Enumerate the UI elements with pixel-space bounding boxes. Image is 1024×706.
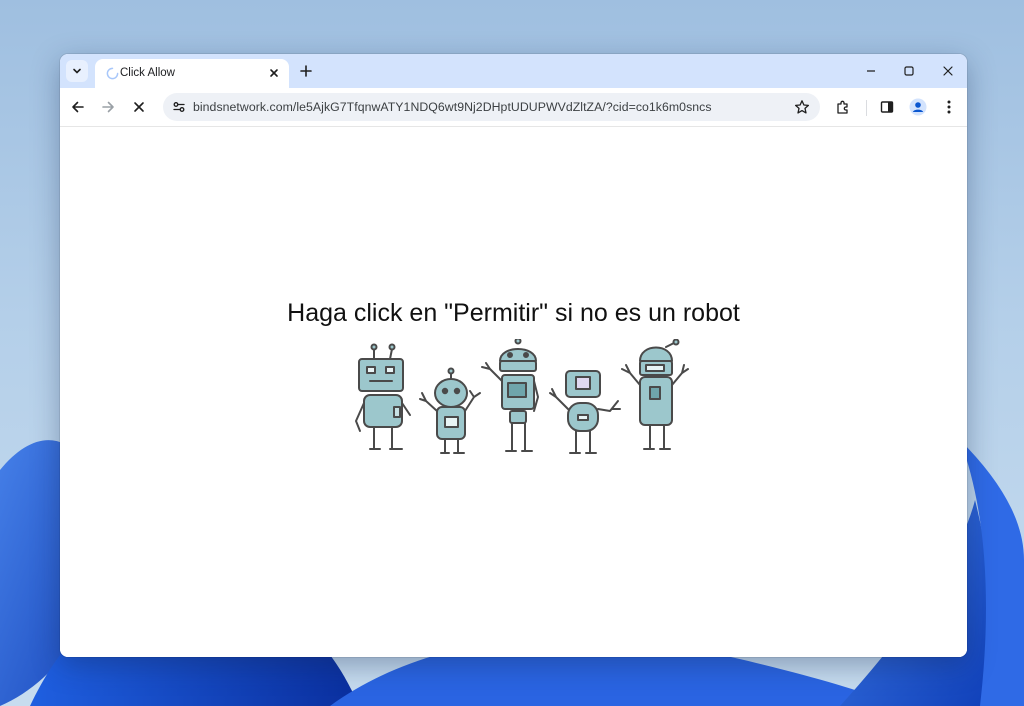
tab-close-button[interactable] (267, 66, 281, 80)
url-text[interactable]: bindsnetwork.com/le5AjkG7TfqnwATY1NDQ6wt… (193, 100, 712, 114)
menu-button[interactable] (936, 94, 962, 120)
star-icon (794, 100, 810, 114)
plus-icon (300, 65, 312, 77)
robot-1 (355, 343, 411, 450)
browser-toolbar: bindsnetwork.com/le5AjkG7TfqnwATY1NDQ6wt… (60, 88, 967, 127)
page-content: Haga click en "Permitir" si no es un rob… (60, 127, 967, 657)
robots-illustration (355, 339, 689, 454)
robot-2 (419, 367, 481, 454)
side-panel-button[interactable] (874, 94, 900, 120)
browser-window: Click Allow bindsnetwork.com/le5AjkG7Tfq… (60, 54, 967, 657)
browser-titlebar: Click Allow (60, 54, 967, 88)
new-tab-button[interactable] (296, 61, 316, 81)
forward-button[interactable] (95, 94, 121, 120)
minimize-button[interactable] (852, 58, 890, 84)
back-button[interactable] (65, 94, 91, 120)
page-headline: Haga click en "Permitir" si no es un rob… (287, 299, 740, 327)
extensions-button[interactable] (830, 94, 856, 120)
back-arrow-icon (72, 101, 84, 113)
close-icon (270, 69, 278, 77)
tab-active[interactable]: Click Allow (95, 59, 289, 88)
maximize-button[interactable] (890, 58, 928, 84)
profile-button[interactable] (905, 94, 931, 120)
profile-icon (909, 98, 927, 116)
kebab-menu-icon (947, 100, 951, 114)
tune-icon (173, 102, 185, 112)
stop-icon (134, 102, 144, 112)
robot-3 (481, 339, 539, 452)
address-bar[interactable]: bindsnetwork.com/le5AjkG7TfqnwATY1NDQ6wt… (163, 93, 820, 121)
close-icon (943, 66, 953, 76)
bookmark-button[interactable] (792, 97, 812, 117)
window-close-button[interactable] (929, 58, 967, 84)
minimize-icon (867, 70, 875, 72)
tab-search-button[interactable] (66, 60, 88, 82)
stop-loading-button[interactable] (126, 94, 152, 120)
site-info-button[interactable] (169, 97, 189, 117)
robot-4 (549, 370, 621, 454)
robot-5 (621, 339, 689, 450)
chevron-down-icon (73, 68, 81, 74)
maximize-icon (904, 66, 914, 76)
loading-spinner-icon (106, 67, 119, 80)
forward-arrow-icon (102, 101, 114, 113)
side-panel-icon (880, 101, 894, 113)
puzzle-icon (837, 100, 848, 114)
tab-title: Click Allow (120, 67, 175, 79)
toolbar-divider (866, 100, 867, 116)
